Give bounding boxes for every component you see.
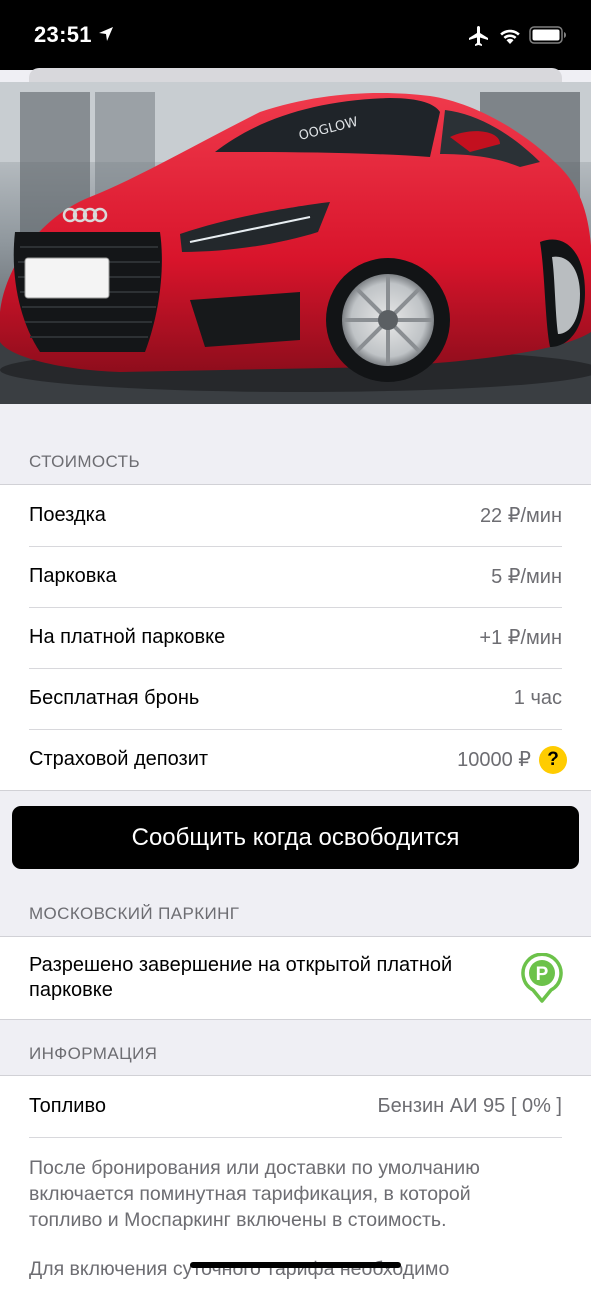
daily-tariff-info-text: Для включения суточного тарифа необходим… [29,1258,450,1280]
cost-row-deposit: Страховой депозит 10000 ₽ ? [0,729,591,790]
wifi-icon [500,29,520,44]
parking-section-header: МОСКОВСКИЙ ПАРКИНГ [29,904,240,923]
row-value: +1 ₽/мин [479,627,562,649]
tariff-info-text: После бронирования или доставки по умолч… [29,1157,480,1231]
row-value: 1 час [513,687,562,709]
row-value: 10000 ₽ [457,749,531,771]
row-label: Страховой депозит [29,748,209,770]
help-icon[interactable]: ? [539,745,567,774]
row-label: На платной парковке [29,626,226,648]
airplane-icon [469,26,488,46]
notify-when-available-button[interactable]: Сообщить когда освободится [12,806,579,869]
car-photo: OOGLOW [0,82,591,404]
cost-section-header: СТОИМОСТЬ [29,452,141,471]
fuel-value: Бензин АИ 95 [ 0% ] [377,1095,562,1117]
parking-pin-icon: P [521,953,563,1003]
battery-icon [529,26,566,44]
fuel-row: Топливо Бензин АИ 95 [ 0% ] [0,1076,591,1137]
cost-row-parking: Парковка 5 ₽/мин [0,546,591,607]
cost-row-paid-parking: На платной парковке +1 ₽/мин [0,607,591,668]
cost-row-trip: Поездка 22 ₽/мин [0,485,591,546]
parking-permission-text: Разрешено завершение на открытой платной… [29,954,453,1001]
cost-row-free-booking: Бесплатная бронь 1 час [0,668,591,729]
row-value: 22 ₽/мин [479,505,562,527]
svg-text:P: P [536,964,549,985]
home-indicator[interactable] [190,1262,401,1268]
cost-list: Поездка 22 ₽/мин Парковка 5 ₽/мин На пла… [0,484,591,791]
row-label: Поездка [29,504,106,526]
status-time: 23:51 [34,22,92,47]
divider [29,1137,562,1138]
row-label: Бесплатная бронь [29,687,200,709]
car-photo-carousel[interactable]: OOGLOW [0,82,591,404]
location-arrow-icon [99,27,113,41]
info-section-header: ИНФОРМАЦИЯ [29,1044,158,1063]
status-bar: 23:51 [0,0,591,70]
row-label: Парковка [29,565,117,587]
parking-card: Разрешено завершение на открытой платной… [0,936,591,1020]
row-value: 5 ₽/мин [491,566,562,588]
parking-row: Разрешено завершение на открытой платной… [0,937,591,1019]
fuel-label: Топливо [29,1095,106,1117]
